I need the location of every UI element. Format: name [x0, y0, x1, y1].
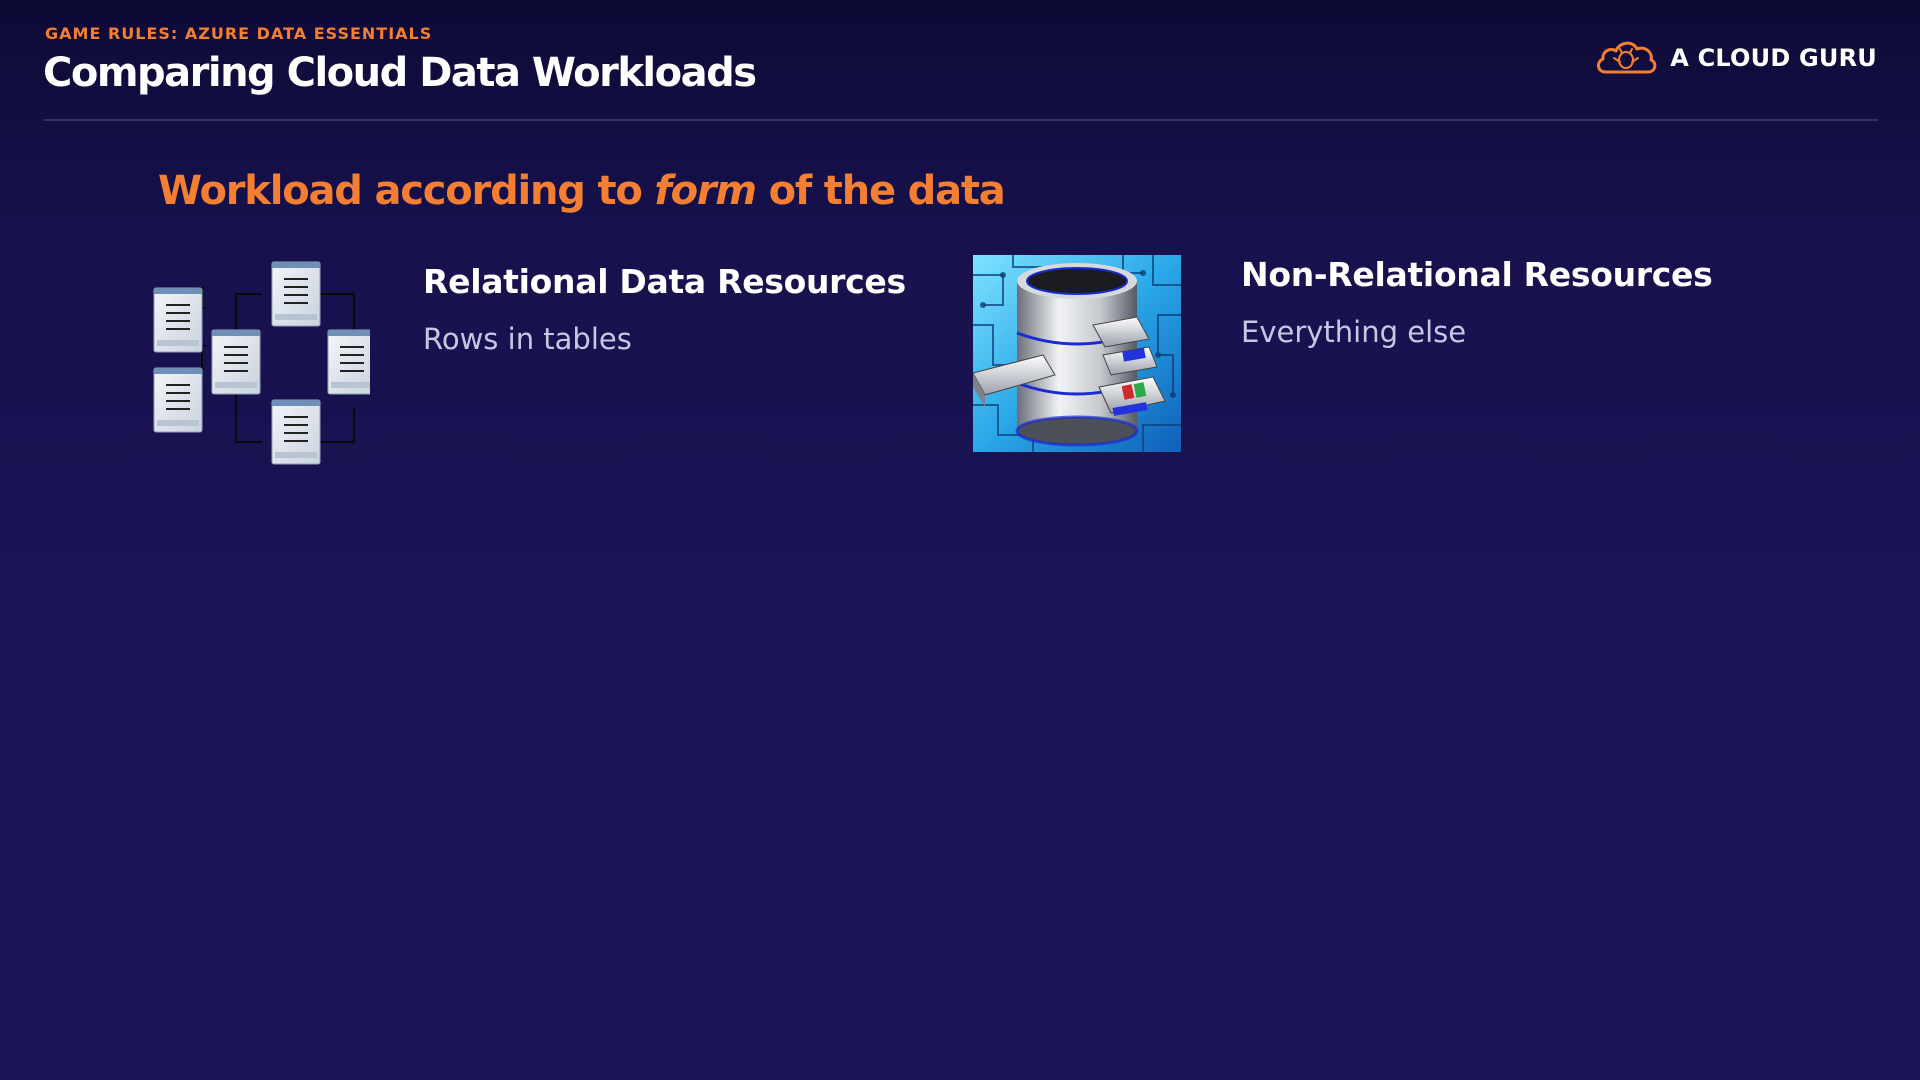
non-relational-title: Non-Relational Resources — [1241, 255, 1713, 294]
database-drawers-image — [973, 255, 1181, 452]
non-relational-description: Everything else — [1241, 315, 1467, 349]
cloud-logo-icon — [1597, 41, 1657, 74]
table-icon — [211, 329, 261, 395]
table-icon — [271, 261, 321, 327]
subtitle-part-2: of the data — [755, 168, 1006, 214]
brand-logo: A CLOUD GURU — [1594, 36, 1877, 80]
relational-title: Relational Data Resources — [423, 262, 906, 301]
page-title: Comparing Cloud Data Workloads — [43, 50, 757, 96]
table-icon — [153, 367, 203, 433]
table-icon — [153, 287, 203, 353]
subtitle-emphasis: form — [654, 168, 757, 214]
table-icon — [327, 329, 370, 395]
relational-description: Rows in tables — [423, 322, 632, 356]
slide-subtitle: Workload according to form of the data — [158, 168, 1006, 214]
table-icon — [271, 399, 321, 465]
brand-name: A CLOUD GURU — [1670, 44, 1877, 72]
section-kicker: GAME RULES: AZURE DATA ESSENTIALS — [45, 24, 433, 43]
subtitle-part-1: Workload according to — [158, 168, 655, 214]
relational-tables-diagram-icon — [153, 261, 370, 465]
header-divider — [44, 119, 1878, 121]
